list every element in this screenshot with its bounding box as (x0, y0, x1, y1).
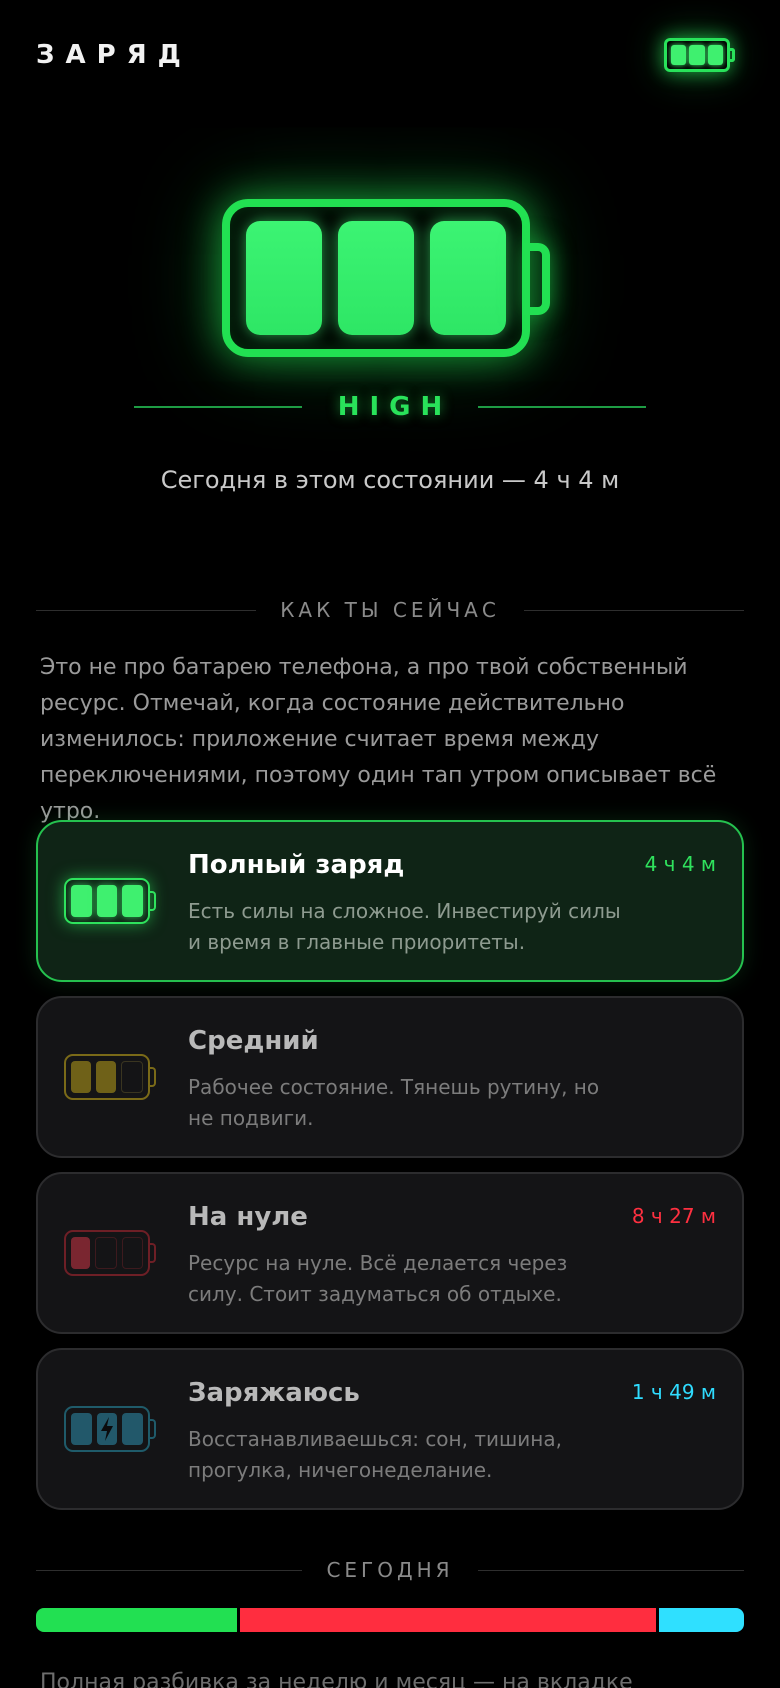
today-state-duration: Сегодня в этом состоянии — 4 ч 4 м (160, 466, 620, 494)
state-card-title: Средний (188, 1026, 319, 1056)
state-card-time: 8 ч 27 м (631, 1204, 716, 1228)
state-card-time: 1 ч 49 м (631, 1380, 716, 1404)
app-screen: ЗАРЯД HIGH Сегодня в этом состоянии — 4 … (0, 0, 780, 1688)
section-header-now: КАК ТЫ СЕЙЧАС (36, 598, 745, 622)
state-card-desc: Ресурс на нуле. Всё делается через силу.… (188, 1251, 568, 1306)
battery-full-icon (64, 878, 158, 926)
state-card-title: Заряжаюсь (188, 1378, 360, 1408)
state-card-title: На нуле (188, 1202, 308, 1232)
battery-empty-icon (64, 1230, 158, 1278)
divider-left (134, 406, 302, 408)
state-card-title: Полный заряд (188, 850, 405, 880)
section-title-now: КАК ТЫ СЕЙЧАС (280, 598, 500, 622)
hero-battery-full-icon (222, 199, 558, 359)
current-state-label: HIGH (337, 392, 453, 422)
state-card-charging[interactable]: Заряжаюсь Восстанавливаешься: сон, тишин… (36, 1348, 744, 1510)
state-card-time: 4 ч 4 м (644, 852, 716, 876)
intro-text: Это не про батарею телефона, а про твой … (40, 655, 717, 824)
today-timeline-bar (36, 1608, 744, 1632)
divider-right (477, 406, 646, 408)
app-title: ЗАРЯД (36, 40, 192, 70)
state-card-desc: Рабочее состояние. Тянешь рутину, но не … (188, 1075, 600, 1130)
battery-medium-icon (64, 1054, 158, 1102)
state-cards: Полный заряд Есть силы на сложное. Инвес… (36, 820, 744, 1524)
footnote-text: Полная разбивка за неделю и месяц — на в… (40, 1670, 633, 1688)
state-card-desc: Восстанавливаешься: сон, тишина, прогулк… (188, 1427, 562, 1482)
timeline-segment (36, 1608, 237, 1632)
timeline-segment (239, 1608, 657, 1632)
section-header-today: СЕГОДНЯ (36, 1558, 745, 1582)
state-card-full[interactable]: Полный заряд Есть силы на сложное. Инвес… (36, 820, 744, 982)
state-card-desc: Есть силы на сложное. Инвестируй силы и … (188, 899, 621, 954)
lightning-bolt-icon (96, 1413, 118, 1445)
battery-charging-icon (64, 1406, 158, 1454)
current-state-row: HIGH (134, 392, 646, 422)
timeline-segment (659, 1608, 744, 1632)
state-card-medium[interactable]: Средний Рабочее состояние. Тянешь рутину… (36, 996, 744, 1158)
header-battery-icon[interactable] (664, 38, 736, 74)
section-title-today: СЕГОДНЯ (326, 1558, 454, 1582)
state-card-empty[interactable]: На нуле Ресурс на нуле. Всё делается чер… (36, 1172, 744, 1334)
